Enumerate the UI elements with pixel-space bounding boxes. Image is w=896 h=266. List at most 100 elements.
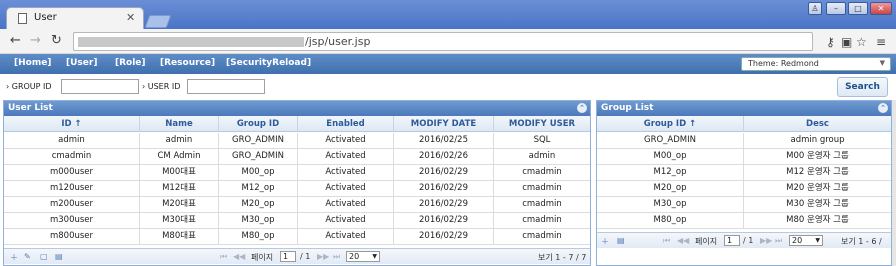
cell-desc: M30 운영자 그룹 bbox=[786, 199, 849, 209]
table-row[interactable]: M12_op M12 운영자 그룹 bbox=[597, 165, 891, 181]
cell-name: M00대표 bbox=[140, 165, 219, 180]
add-icon[interactable]: ＋ bbox=[10, 252, 18, 263]
cell-modify-user: SQL bbox=[533, 135, 551, 145]
table-row[interactable]: cmadmin CM Admin GRO_ADMIN Activated 201… bbox=[4, 149, 590, 165]
group-id-input[interactable] bbox=[61, 79, 139, 94]
table-row[interactable]: admin admin GRO_ADMIN Activated 2016/02/… bbox=[4, 133, 590, 149]
cell-enabled: Activated bbox=[298, 149, 394, 164]
col-id[interactable]: ID ↑ bbox=[4, 116, 140, 132]
bookmark-star-icon[interactable]: ☆ bbox=[856, 35, 867, 49]
cell-id: admin bbox=[4, 133, 140, 148]
next-page-icon[interactable]: ▶▶ bbox=[317, 252, 329, 261]
col-name[interactable]: Name bbox=[140, 116, 219, 132]
cell-id: m200user bbox=[4, 197, 140, 212]
cell-group-id: M12_op bbox=[219, 181, 298, 196]
record-summary: 보기 1 - 6 / bbox=[841, 237, 882, 246]
window-close-icon[interactable]: ✕ bbox=[870, 2, 892, 15]
minimize-icon[interactable]: – bbox=[826, 2, 846, 15]
page-size-select[interactable]: 20 ▼ bbox=[789, 235, 823, 246]
address-bar[interactable]: /jsp/user.jsp bbox=[73, 32, 813, 51]
menu-resource[interactable]: [Resource] bbox=[160, 58, 215, 68]
table-row[interactable]: m800user M80대표 M80_op Activated 2016/02/… bbox=[4, 229, 590, 245]
cell-name: CM Admin bbox=[140, 149, 219, 164]
view-icon[interactable]: ▢ bbox=[40, 252, 48, 261]
cell-group-id: M12_op bbox=[597, 165, 744, 180]
table-row[interactable]: m120user M12대표 M12_op Activated 2016/02/… bbox=[4, 181, 590, 197]
forward-arrow-icon[interactable]: → bbox=[30, 34, 41, 48]
first-page-icon[interactable]: ⏮ bbox=[663, 236, 670, 246]
table-row[interactable]: m200user M20대표 M20_op Activated 2016/02/… bbox=[4, 197, 590, 213]
cell-group-id: M80_op bbox=[219, 229, 298, 244]
col-modify-date[interactable]: MODIFY DATE bbox=[394, 116, 494, 132]
table-row[interactable]: M00_op M00 운영자 그룹 bbox=[597, 149, 891, 165]
collapse-icon[interactable]: ⌃ bbox=[577, 103, 587, 113]
cell-name: M12대표 bbox=[140, 181, 219, 196]
close-tab-icon[interactable]: ✕ bbox=[126, 11, 135, 24]
key-icon[interactable]: ⚷ bbox=[826, 35, 835, 49]
delete-icon[interactable]: ▤ bbox=[55, 252, 63, 261]
add-icon[interactable]: ＋ bbox=[601, 236, 609, 247]
cell-group-id: M30_op bbox=[219, 213, 298, 228]
page-size-select[interactable]: 20 ▼ bbox=[346, 251, 380, 262]
browser-tab[interactable]: User ✕ bbox=[6, 7, 144, 29]
collapse-icon[interactable]: ⌃ bbox=[878, 103, 888, 113]
cell-modify-user: cmadmin bbox=[522, 215, 562, 225]
table-row[interactable]: GRO_ADMIN admin group bbox=[597, 133, 891, 149]
col-enabled[interactable]: Enabled bbox=[298, 116, 394, 132]
next-page-icon[interactable]: ▶▶ bbox=[760, 236, 772, 245]
group-grid-header: Group ID ↑ Desc bbox=[597, 116, 891, 132]
browser-titlebar: User ✕ ♙ – □ ✕ bbox=[0, 0, 896, 29]
user-icon[interactable]: ♙ bbox=[808, 2, 822, 15]
chevron-down-icon: ▼ bbox=[879, 59, 885, 67]
last-page-icon[interactable]: ⏭ bbox=[333, 252, 340, 262]
cell-modify-user: cmadmin bbox=[522, 231, 562, 241]
new-tab-button[interactable] bbox=[144, 15, 172, 28]
edit-icon[interactable]: ✎ bbox=[24, 252, 31, 261]
maximize-icon[interactable]: □ bbox=[848, 2, 868, 15]
reload-icon[interactable]: ↻ bbox=[51, 34, 62, 48]
chevron-down-icon: ▼ bbox=[815, 237, 820, 244]
user-id-input[interactable] bbox=[187, 79, 265, 94]
translate-icon[interactable]: ▣ bbox=[841, 35, 852, 49]
cell-name: admin bbox=[140, 133, 219, 148]
search-button[interactable]: Search bbox=[837, 77, 888, 97]
col-modify-user[interactable]: MODIFY USER bbox=[494, 116, 590, 132]
col-desc[interactable]: Desc bbox=[744, 116, 891, 132]
cell-enabled: Activated bbox=[298, 165, 394, 180]
cell-modify-user: admin bbox=[528, 151, 556, 161]
page-input[interactable]: 1 bbox=[280, 251, 296, 262]
cell-desc: admin group bbox=[790, 135, 845, 145]
page-label: 페이지 bbox=[251, 253, 274, 262]
col-group-id[interactable]: Group ID bbox=[219, 116, 298, 132]
cell-desc: M20 운영자 그룹 bbox=[786, 183, 849, 193]
cell-enabled: Activated bbox=[298, 197, 394, 212]
table-row[interactable]: M30_op M30 운영자 그룹 bbox=[597, 197, 891, 213]
theme-select[interactable]: Theme: Redmond ▼ bbox=[741, 57, 891, 71]
menu-security-reload[interactable]: [SecurityReload] bbox=[226, 58, 311, 68]
cell-modify-date: 2016/02/25 bbox=[394, 133, 494, 148]
first-page-icon[interactable]: ⏮ bbox=[220, 252, 227, 262]
prev-page-icon[interactable]: ◀◀ bbox=[233, 252, 245, 261]
cell-group-id: M00_op bbox=[219, 165, 298, 180]
group-list-header: Group List ⌃ bbox=[597, 101, 891, 116]
menu-user[interactable]: [User] bbox=[66, 58, 97, 68]
prev-page-icon[interactable]: ◀◀ bbox=[677, 236, 689, 245]
back-arrow-icon[interactable]: ← bbox=[10, 34, 21, 48]
last-page-icon[interactable]: ⏭ bbox=[775, 236, 782, 246]
user-list-header: User List ⌃ bbox=[4, 101, 590, 116]
col-group-id[interactable]: Group ID ↑ bbox=[597, 116, 744, 132]
table-row[interactable]: M20_op M20 운영자 그룹 bbox=[597, 181, 891, 197]
cell-modify-date: 2016/02/29 bbox=[394, 165, 494, 180]
table-row[interactable]: m300user M30대표 M30_op Activated 2016/02/… bbox=[4, 213, 590, 229]
browser-toolbar: ← → ↻ /jsp/user.jsp ⚷ ▣ ☆ ≡ bbox=[0, 29, 896, 54]
delete-icon[interactable]: ▤ bbox=[617, 236, 625, 245]
table-row[interactable]: M80_op M80 운영자 그룹 bbox=[597, 213, 891, 229]
cell-id: m800user bbox=[4, 229, 140, 244]
menu-icon[interactable]: ≡ bbox=[876, 35, 886, 49]
table-row[interactable]: m000user M00대표 M00_op Activated 2016/02/… bbox=[4, 165, 590, 181]
page-size-value: 20 bbox=[792, 236, 803, 245]
menu-role[interactable]: [Role] bbox=[115, 58, 146, 68]
page-input[interactable]: 1 bbox=[724, 235, 740, 246]
user-list-pager: ＋ ✎ ▢ ▤ ⏮ ◀◀ 페이지 1 / 1 ▶▶ ⏭ 20 ▼ 보기 1 - … bbox=[4, 248, 590, 264]
menu-home[interactable]: [Home] bbox=[14, 58, 51, 68]
